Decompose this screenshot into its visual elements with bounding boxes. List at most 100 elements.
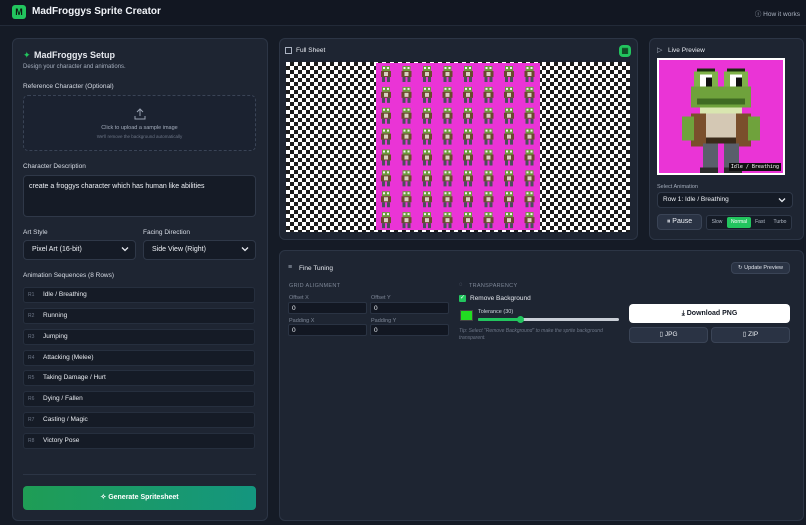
download-png-button[interactable]: ⤓ Download PNG (629, 304, 790, 323)
offset-x-input[interactable]: 0 (288, 302, 367, 314)
sprite-pixel (510, 118, 513, 124)
generate-button[interactable]: ✧ Generate Spritesheet (23, 486, 256, 510)
sequence-row[interactable]: R6 Dying / Fallen (23, 391, 255, 407)
sprite-pixel (428, 118, 431, 124)
sprite-pixel (423, 160, 426, 166)
padding-x-input[interactable]: 0 (288, 324, 367, 336)
sprite-pixel (428, 160, 431, 166)
upload-text: Click to upload a sample image (101, 125, 178, 131)
sprite-pixel (530, 87, 533, 90)
sequence-input[interactable]: Victory Pose (43, 437, 79, 444)
sprite-pixel (384, 134, 388, 139)
sprite-pixel (407, 181, 411, 187)
speed-turbo-button[interactable]: Turbo (769, 217, 791, 228)
sprite-pixel (402, 118, 406, 124)
sprite-pixel (448, 87, 451, 90)
sequence-input[interactable]: Attacking (Melee) (43, 354, 94, 361)
sequence-row[interactable]: R3 Jumping (23, 329, 255, 345)
sprite-pixel (387, 118, 390, 124)
jpg-button[interactable]: ▯ JPG (629, 327, 708, 343)
sprite-pixel (510, 150, 512, 153)
sprite-pixel (506, 87, 508, 90)
sequence-row[interactable]: R4 Attacking (Melee) (23, 350, 255, 366)
sprite-pixel (510, 139, 513, 145)
sprite-pixel (384, 113, 388, 118)
sprite-pixel (383, 108, 385, 111)
sprite-pixel (510, 87, 512, 90)
sprite-pixel (428, 129, 430, 132)
sprite-pixel (448, 181, 452, 187)
frog-pixel (682, 116, 694, 141)
sprite-pixel (387, 77, 390, 82)
sprite-pixel (526, 129, 529, 132)
sprite-pixel (526, 213, 529, 216)
sequence-input[interactable]: Idle / Breathing (43, 291, 87, 298)
sprite-pixel (530, 171, 533, 174)
sprite-pixel (506, 67, 508, 69)
speed-normal-button[interactable]: Normal (727, 217, 751, 228)
sequence-row[interactable]: R7 Casting / Magic (23, 412, 255, 428)
sequence-input[interactable]: Running (43, 312, 67, 319)
sprite-pixel (506, 192, 508, 195)
sequence-input[interactable]: Dying / Fallen (43, 395, 83, 402)
sprite-pixel (382, 139, 385, 145)
frog-pixel (703, 143, 718, 168)
sequence-row[interactable]: R8 Victory Pose (23, 433, 255, 449)
facing-select[interactable]: Side View (Right) (143, 240, 256, 260)
sprite-pixel (525, 181, 529, 187)
speed-slow-button[interactable]: Slow (708, 217, 726, 228)
sprite-pixel (402, 77, 406, 82)
sprite-pixel (466, 92, 470, 97)
speed-fast-button[interactable]: Fast (752, 217, 768, 228)
description-textarea[interactable]: create a froggys character which has hum… (23, 175, 256, 217)
frog-character-image (682, 68, 760, 173)
grid-toggle-button[interactable]: ▦ (619, 45, 631, 57)
sequence-input[interactable]: Taking Damage / Hurt (43, 374, 106, 381)
sprite-pixel (407, 223, 411, 229)
zip-button[interactable]: ▯ ZIP (711, 327, 790, 343)
sprite-pixel (423, 118, 426, 124)
sequence-row[interactable]: R2 Running (23, 308, 255, 324)
sprite-pixel (428, 87, 430, 90)
sequence-input[interactable]: Casting / Magic (43, 416, 88, 423)
sprite-pixel (505, 181, 508, 187)
sprite-pixel (485, 67, 488, 69)
sprite-pixel (425, 176, 429, 181)
sprite-pixel (510, 171, 512, 174)
pause-button[interactable]: ⏸ Pause (657, 214, 702, 230)
sprite-pixel (527, 134, 532, 139)
sequence-number: R2 (28, 313, 35, 319)
art-style-select[interactable]: Pixel Art (16-bit) (23, 240, 136, 260)
sprite-pixel (489, 87, 492, 90)
sprite-pixel (486, 155, 491, 160)
tolerance-slider-track[interactable] (478, 316, 619, 323)
sequence-row[interactable]: R5 Taking Damage / Hurt (23, 370, 255, 386)
sprite-pixel (507, 197, 511, 202)
padding-y-input[interactable]: 0 (370, 324, 449, 336)
remove-background-checkbox[interactable]: ✓ (459, 295, 466, 302)
app-logo: M (12, 5, 26, 19)
fine-tuning-panel (279, 250, 804, 521)
upload-dropzone[interactable]: Click to upload a sample image We'll rem… (23, 95, 256, 151)
update-preview-button[interactable]: ↻ Update Preview (731, 262, 790, 274)
sprite-pixel (526, 67, 529, 69)
sprite-pixel (505, 223, 508, 229)
sprite-pixel (525, 223, 529, 229)
sprite-pixel (403, 67, 406, 69)
sprite-pixel (469, 108, 471, 111)
sequence-input[interactable]: Jumping (43, 333, 68, 340)
sprite-pixel (387, 87, 389, 90)
offset-y-input[interactable]: 0 (370, 302, 449, 314)
sprite-pixel (530, 160, 534, 166)
color-swatch[interactable] (460, 310, 473, 321)
animation-select[interactable]: Row 1: Idle / Breathing (657, 192, 793, 208)
sequence-number: R5 (28, 375, 35, 381)
sprite-pixel (507, 176, 511, 181)
how-it-works-link[interactable]: ⓘ How it works (755, 8, 800, 18)
sprite-pixel (530, 77, 534, 82)
sprite-pixel (404, 176, 409, 181)
sprite-pixel (507, 92, 511, 97)
top-bar: M MadFroggys Sprite Creator ⓘ How it wor… (0, 0, 806, 26)
sequence-row[interactable]: R1 Idle / Breathing (23, 287, 255, 303)
sprite-pixel (384, 176, 388, 181)
